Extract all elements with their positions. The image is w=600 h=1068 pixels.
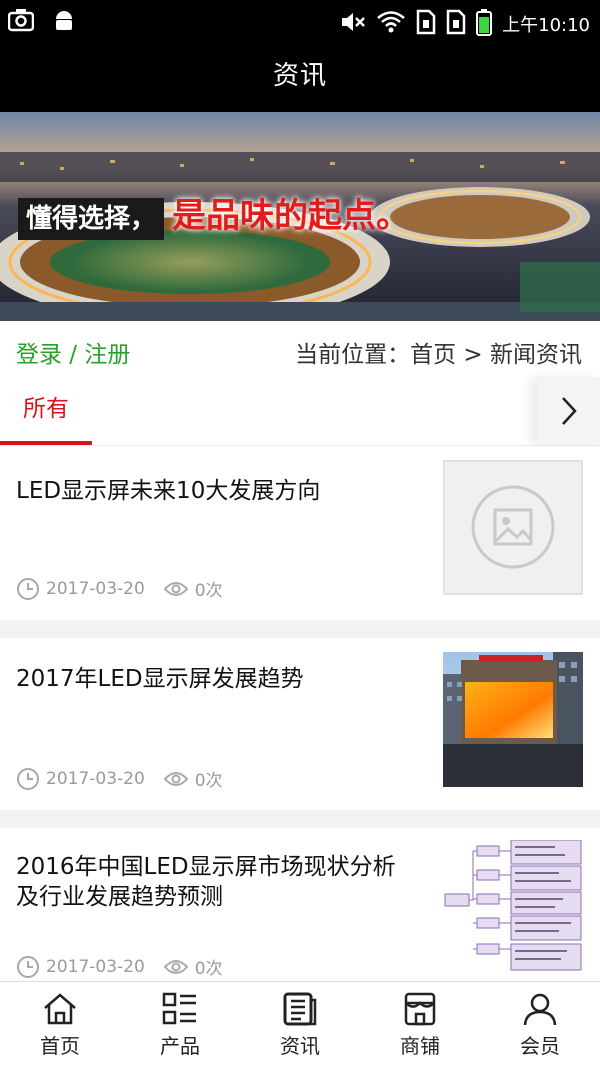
banner-slogan-primary: 懂得选择， [18,198,165,240]
member-icon [523,993,557,1026]
battery-icon [476,8,493,40]
clock-icon [17,767,39,790]
news-date: 2017-03-20 [46,578,145,599]
tab-scroll-button[interactable] [538,377,600,445]
news-title: 2016年中国LED显示屏市场现状分析及行业发展趋势预测 [16,854,396,910]
news-views: 0次 [163,954,223,979]
login-bar: 登录 / 注册 当前位置：首页 > 新闻资讯 [0,321,600,378]
page-title: 资讯 [272,61,327,91]
nav-news[interactable]: 资讯 [240,982,360,1068]
nav-news-label: 资讯 [280,1034,320,1058]
news-thumbnail [443,460,583,595]
news-meta: 2017-03-20 0次 [16,954,223,979]
tab-all-label: 所有 [23,396,69,422]
mindmap-diagram-image [444,840,582,971]
nav-member[interactable]: 会员 [480,982,600,1068]
category-tab-bar: 所有 [0,377,600,446]
placeholder-image-icon [471,485,555,569]
breadcrumb: 当前位置：首页 > 新闻资讯 [295,342,582,368]
news-thumbnail [443,652,583,787]
eye-icon [163,959,189,974]
wifi-icon [376,10,406,38]
nav-home-label: 首页 [40,1034,80,1058]
news-date: 2017-03-20 [46,768,145,789]
chevron-right-icon [562,397,577,425]
nav-products[interactable]: 产品 [120,982,240,1068]
news-view-count: 0次 [194,959,223,979]
news-title: 2017年LED显示屏发展趋势 [16,666,304,692]
tab-active-indicator [0,441,92,445]
status-time: 上午10:10 [502,15,590,36]
android-icon [52,8,76,36]
login-register-link[interactable]: 登录 / 注册 [16,335,130,369]
clock-icon [17,955,39,978]
hero-banner[interactable]: 懂得选择， 是品味的起点。 [0,112,600,321]
news-list-item[interactable]: 2017年LED显示屏发展趋势 2017-03-20 0次 [0,638,600,810]
news-meta: 2017-03-20 0次 [16,766,223,791]
nav-products-label: 产品 [160,1034,200,1058]
camera-icon [7,8,35,36]
eye-icon [163,581,189,596]
clock-icon [17,577,39,600]
nav-home[interactable]: 首页 [0,982,120,1068]
news-date: 2017-03-20 [46,956,145,977]
news-views: 0次 [163,766,223,791]
news-icon [283,992,317,1026]
nav-member-label: 会员 [520,1034,560,1058]
news-view-count: 0次 [194,581,223,601]
bottom-navigation: 首页 产品 资讯 商铺 会员 [0,981,600,1068]
shop-icon [404,992,436,1026]
news-views: 0次 [163,576,223,601]
status-bar: 上午10:10 [0,0,600,42]
news-meta: 2017-03-20 0次 [16,576,223,601]
tab-all[interactable]: 所有 [0,377,92,445]
banner-slogan-secondary: 是品味的起点。 [172,196,410,236]
eye-icon [163,771,189,786]
news-list-item[interactable]: LED显示屏未来10大发展方向 2017-03-20 0次 [0,446,600,620]
news-view-count: 0次 [194,771,223,791]
news-list-item[interactable]: 2016年中国LED显示屏市场现状分析及行业发展趋势预测 2017-03-20 … [0,828,600,981]
nav-shop-label: 商铺 [400,1034,440,1058]
led-billboard-photo [443,652,583,787]
sim2-icon [446,9,466,39]
news-title: LED显示屏未来10大发展方向 [16,478,321,504]
home-icon [44,993,76,1025]
sim1-icon [416,9,436,39]
news-thumbnail [443,840,583,975]
product-list-icon [162,992,196,1025]
page-header: 资讯 [0,42,600,112]
mute-icon [340,10,366,38]
nav-shop[interactable]: 商铺 [360,982,480,1068]
